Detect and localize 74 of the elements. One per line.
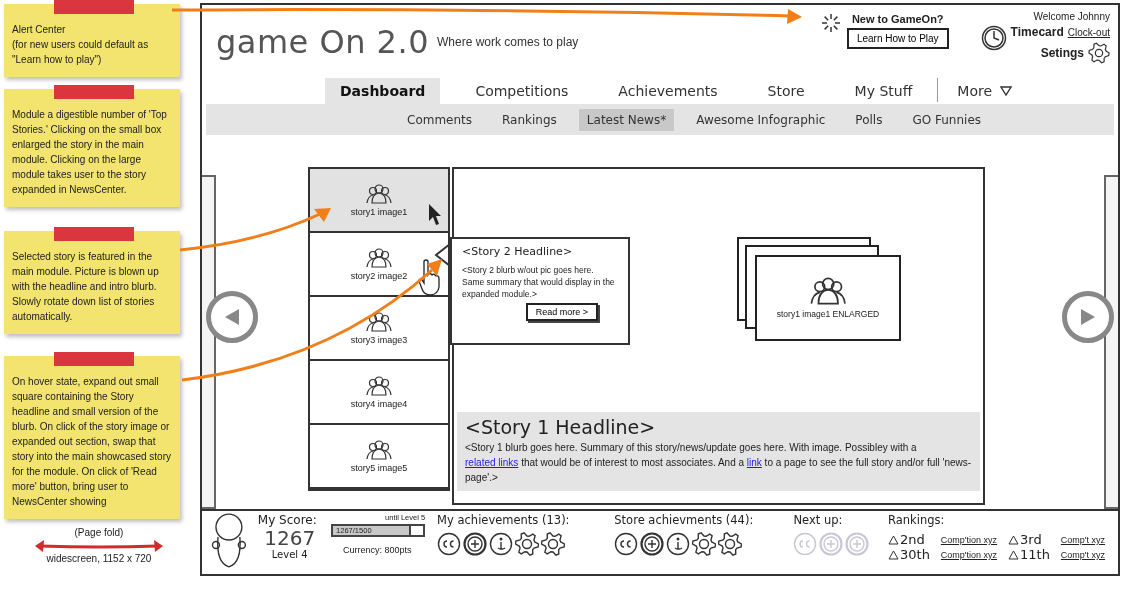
previous-button[interactable] (206, 291, 258, 344)
badge-group-title: My achievements (13): (437, 513, 571, 528)
triangle-icon (1008, 549, 1020, 560)
currency-label: Currency: 800pts (343, 545, 412, 556)
badge-group-title: Next up: (793, 513, 844, 528)
logo: game On 2.0 (216, 23, 429, 61)
story-label: story4 image4 (350, 398, 408, 409)
right-triangle-icon (1079, 307, 1097, 328)
alert-title: New to GameOn? (851, 13, 944, 25)
hover-card[interactable]: <Story 2 Headline> <Story 2 blurb w/out pic goes here. Same summary that would display in the expanded module.> Read more > (450, 237, 630, 346)
people-icon (366, 311, 392, 332)
rankings-title: Rankings: (888, 513, 946, 528)
subnav-tab[interactable]: Polls (847, 108, 891, 131)
people-icon (809, 277, 847, 306)
nav-tab[interactable]: Dashboard (325, 77, 441, 104)
pointer-cursor-icon (428, 203, 442, 228)
rank-value: 2nd (900, 532, 925, 548)
rank-value: 11th (1020, 547, 1050, 563)
people-icon (366, 375, 392, 396)
subnav-tab[interactable]: Rankings (494, 108, 565, 131)
badge-group-title: Store achievments (44): (614, 513, 755, 528)
subnav-tab[interactable]: Latest News* (578, 108, 675, 131)
story-label: story3 image3 (350, 334, 408, 345)
page-fold-label: (Page fold) (74, 527, 124, 539)
left-triangle-icon (223, 307, 241, 328)
clock-icon (980, 25, 1007, 51)
hand-cursor-icon (418, 259, 440, 298)
nav-tab[interactable]: Competitions (460, 77, 584, 104)
story-label: story2 image2 (350, 270, 408, 281)
story-label: story1 image1 (350, 206, 408, 217)
rank-value: 3rd (1020, 532, 1042, 548)
read-more-button[interactable]: Read more > (525, 303, 598, 322)
screen-size-label: widescreen, 1152 x 720 (46, 553, 152, 565)
subnav-tab[interactable]: Comments (399, 108, 481, 131)
people-icon (366, 439, 392, 460)
triangle-icon (888, 549, 900, 560)
competition-link[interactable]: Comp't xyz (1060, 534, 1112, 545)
caret-icon (1000, 85, 1013, 96)
competition-link[interactable]: Comp'tion xyz (940, 534, 1005, 545)
story-link[interactable]: related links (465, 457, 519, 469)
story-thumbnail[interactable]: story1 image1 (310, 169, 448, 234)
hover-blurb: <Story 2 blurb w/out pic goes here. Same summary that would display in the expanded module.> (462, 264, 616, 301)
settings-label: Setings (1040, 46, 1084, 60)
avatar-figure-icon (210, 513, 248, 570)
timecard-label: Timecard (1010, 25, 1064, 39)
next-button[interactable] (1062, 291, 1114, 344)
clock-out-link[interactable]: Clock-out (1067, 26, 1110, 38)
triangle-icon (888, 534, 900, 545)
story-label: story5 image5 (350, 462, 408, 473)
nav-tab[interactable]: Achievements (603, 77, 733, 104)
nav-tab[interactable]: Store (752, 77, 820, 104)
level-label: Level 4 (271, 549, 308, 561)
story-link[interactable]: link (746, 457, 762, 469)
hover-headline: <Story 2 Headline> (462, 245, 574, 259)
competition-link[interactable]: Comp'tion xyz (940, 549, 1005, 560)
spinner-icon (820, 13, 841, 33)
people-icon (366, 183, 392, 204)
people-icon (366, 247, 392, 268)
image-caption: story1 image1 ENLARGED (776, 309, 880, 320)
story-headline: <Story 1 Headline> (465, 416, 657, 439)
learn-button[interactable]: Learn How to Play (846, 28, 949, 49)
welcome-text: Welcome Johnny (1033, 11, 1110, 22)
competition-link[interactable]: Comp't xyz (1060, 549, 1112, 560)
tagline: Where work comes to play (437, 35, 579, 49)
score-label: My Score: (257, 513, 317, 528)
nav-tab[interactable]: My Stuff (839, 77, 928, 104)
rank-value: 30th (900, 547, 930, 563)
subnav-tab[interactable]: Awesome Infographic (688, 108, 834, 131)
score-value: 1267 (264, 527, 316, 550)
triangle-icon (1008, 534, 1020, 545)
subnav-tab[interactable]: GO Funnies (904, 108, 989, 131)
more-menu[interactable]: More (942, 77, 1028, 104)
story-blurb: <Story 1 blurb goes here. Summary of this story/news/update goes here. With image. Possibley with a related links that would be of interest to most associates. And a link to a page to see the full story and/or full 'news-page'.> (465, 441, 972, 486)
settings-icon (1088, 42, 1110, 64)
